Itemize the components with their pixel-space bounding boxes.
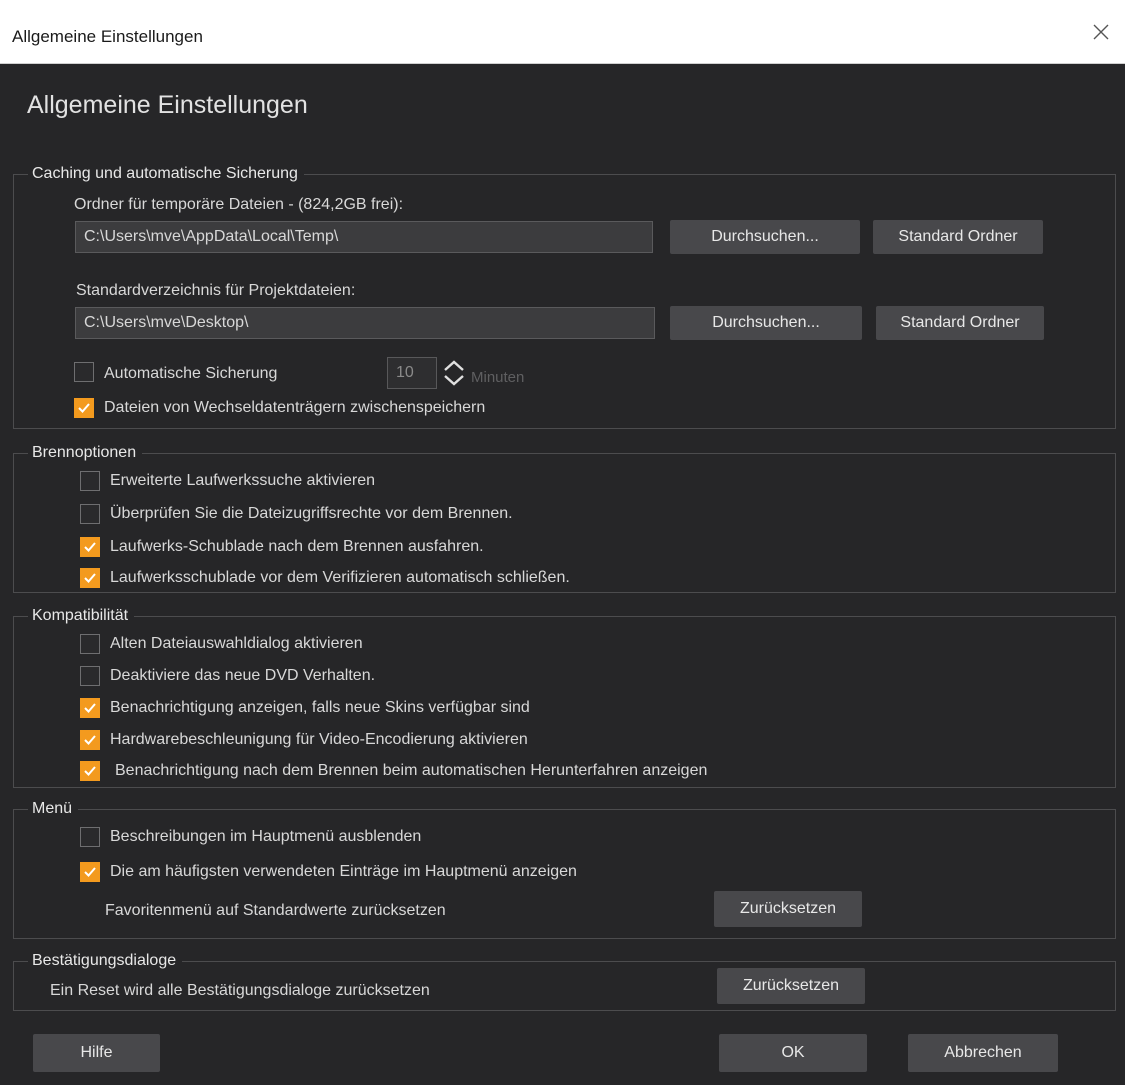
project-folder-input[interactable]: C:\Users\mve\Desktop\ [75, 307, 655, 339]
autosave-checkbox[interactable] [74, 362, 94, 382]
project-default-folder-button[interactable]: Standard Ordner [876, 306, 1044, 340]
favorites-reset-button[interactable]: Zurücksetzen [714, 891, 862, 927]
compat-option: Benachrichtigung anzeigen, falls neue Sk… [80, 696, 980, 722]
burn-option-checkbox[interactable] [80, 537, 100, 557]
favorites-reset-text: Favoritenmenü auf Standardwerte zurückse… [105, 902, 446, 919]
menu-group: Menü Beschreibungen im Hauptmenü ausblen… [13, 799, 1116, 939]
window-title-bar: Allgemeine Einstellungen [0, 0, 1125, 64]
temp-default-folder-button[interactable]: Standard Ordner [873, 220, 1043, 254]
compat-option-checkbox[interactable] [80, 698, 100, 718]
dialog-body: Allgemeine Einstellungen Caching und aut… [0, 64, 1125, 1085]
compat-option-label: Deaktiviere das neue DVD Verhalten. [110, 667, 376, 684]
menu-option-label: Beschreibungen im Hauptmenü ausblenden [110, 828, 422, 845]
burn-option: Überprüfen Sie die Dateizugriffsrechte v… [80, 502, 780, 528]
burn-options-group: Brennoptionen Erweiterte Laufwerkssuche … [13, 443, 1116, 593]
menu-option-label: Die am häufigsten verwendeten Einträge i… [110, 863, 577, 880]
compatibility-group-title: Kompatibilität [28, 606, 135, 626]
close-icon[interactable] [1089, 20, 1113, 44]
compat-option-label: Alten Dateiauswahldialog aktivieren [110, 635, 363, 652]
temp-folder-label: Ordner für temporäre Dateien - (824,2GB … [74, 196, 404, 213]
caching-group-title: Caching und automatische Sicherung [28, 164, 304, 184]
burn-option-label: Laufwerks-Schublade nach dem Brennen aus… [110, 538, 484, 555]
project-browse-button[interactable]: Durchsuchen... [670, 306, 862, 340]
burn-option-label: Erweiterte Laufwerkssuche aktivieren [110, 472, 376, 489]
temp-folder-input[interactable]: C:\Users\mve\AppData\Local\Temp\ [75, 221, 653, 253]
menu-option: Beschreibungen im Hauptmenü ausblenden [80, 825, 780, 851]
compat-option: Hardwarebeschleunigung für Video-Encodie… [80, 728, 980, 754]
autosave-spin-buttons[interactable] [441, 357, 467, 389]
confirm-dialogs-group-title: Bestätigungsdialoge [28, 951, 183, 971]
compatibility-group: Kompatibilität Alten Dateiauswahldialog … [13, 606, 1116, 788]
autosave-unit-label: Minuten [471, 369, 525, 386]
cache-removable-label: Dateien von Wechseldatenträgern zwischen… [104, 399, 486, 416]
burn-option-checkbox[interactable] [80, 471, 100, 491]
autosave-minutes-input[interactable]: 10 [387, 357, 437, 389]
autosave-row: Automatische Sicherung 10 Minuten [74, 357, 634, 389]
compat-option: Deaktiviere das neue DVD Verhalten. [80, 664, 980, 690]
temp-browse-button[interactable]: Durchsuchen... [670, 220, 860, 254]
confirm-reset-text: Ein Reset wird alle Bestätigungsdialoge … [50, 982, 430, 999]
menu-option: Die am häufigsten verwendeten Einträge i… [80, 860, 780, 886]
burn-option: Laufwerks-Schublade nach dem Brennen aus… [80, 535, 780, 561]
compat-option-checkbox[interactable] [80, 634, 100, 654]
burn-option-checkbox[interactable] [80, 568, 100, 588]
confirm-reset-button[interactable]: Zurücksetzen [717, 968, 865, 1004]
confirm-dialogs-group: Bestätigungsdialoge Ein Reset wird alle … [13, 951, 1116, 1011]
compat-option-checkbox[interactable] [80, 761, 100, 781]
cache-removable-checkbox[interactable] [74, 398, 94, 418]
ok-button[interactable]: OK [719, 1034, 867, 1072]
caching-group: Caching und automatische Sicherung Ordne… [13, 164, 1116, 429]
autosave-label: Automatische Sicherung [104, 365, 278, 382]
burn-option-label: Überprüfen Sie die Dateizugriffsrechte v… [110, 505, 513, 522]
burn-option: Erweiterte Laufwerkssuche aktivieren [80, 469, 780, 495]
burn-options-group-title: Brennoptionen [28, 443, 143, 463]
help-button[interactable]: Hilfe [33, 1034, 160, 1072]
compat-option-label: Hardwarebeschleunigung für Video-Encodie… [110, 731, 528, 748]
compat-option: Alten Dateiauswahldialog aktivieren [80, 632, 980, 658]
cancel-button[interactable]: Abbrechen [908, 1034, 1058, 1072]
page-title: Allgemeine Einstellungen [27, 91, 308, 119]
cache-removable-row: Dateien von Wechseldatenträgern zwischen… [74, 396, 634, 422]
compat-option-label: Benachrichtigung nach dem Brennen beim a… [115, 762, 708, 779]
menu-group-title: Menü [28, 799, 79, 819]
compat-option: Benachrichtigung nach dem Brennen beim a… [80, 759, 980, 785]
window-title: Allgemeine Einstellungen [12, 27, 203, 46]
compat-option-checkbox[interactable] [80, 730, 100, 750]
burn-option-checkbox[interactable] [80, 504, 100, 524]
menu-option-checkbox[interactable] [80, 827, 100, 847]
burn-option-label: Laufwerksschublade vor dem Verifizieren … [110, 569, 570, 586]
burn-option: Laufwerksschublade vor dem Verifizieren … [80, 566, 780, 592]
compat-option-label: Benachrichtigung anzeigen, falls neue Sk… [110, 699, 530, 716]
menu-option-checkbox[interactable] [80, 862, 100, 882]
compat-option-checkbox[interactable] [80, 666, 100, 686]
project-folder-label: Standardverzeichnis für Projektdateien: [76, 282, 356, 299]
